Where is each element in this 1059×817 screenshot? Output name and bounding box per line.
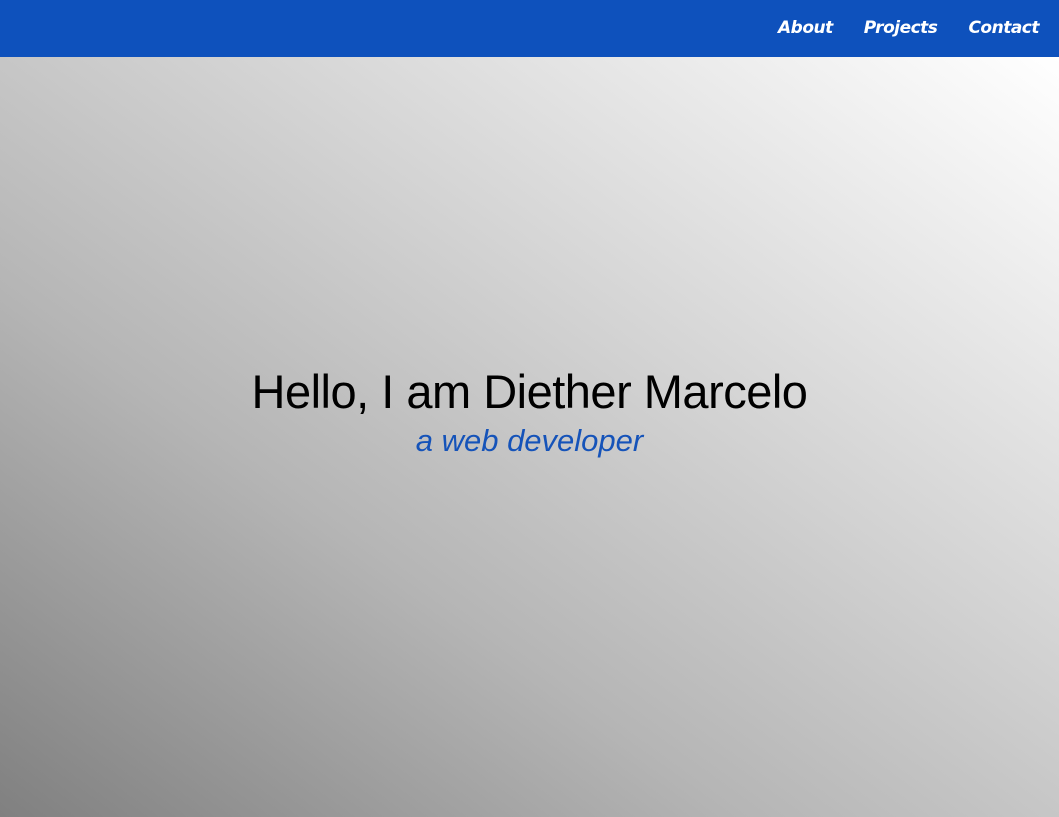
nav-link-contact[interactable]: Contact	[968, 0, 1039, 57]
hero-title: Hello, I am Diether Marcelo	[251, 364, 808, 418]
top-navbar: About Projects Contact	[0, 0, 1059, 57]
hero-subtitle: a web developer	[415, 422, 644, 458]
nav-link-about[interactable]: About	[778, 0, 833, 57]
hero-content: Hello, I am Diether Marcelo a web develo…	[252, 365, 808, 461]
nav-link-projects[interactable]: Projects	[864, 0, 938, 57]
hero-section: Hello, I am Diether Marcelo a web develo…	[0, 57, 1059, 817]
